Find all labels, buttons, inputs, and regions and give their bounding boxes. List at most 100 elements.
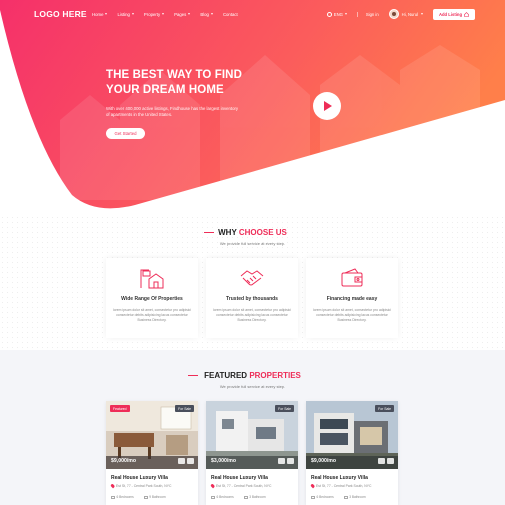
property-card[interactable]: Featured For Sale $9,000/mo Real House L… <box>106 401 198 505</box>
bed-icon <box>211 495 215 499</box>
bathrooms-text: 3 Bathroom <box>249 495 266 499</box>
add-listing-button[interactable]: Add Listing <box>432 8 475 20</box>
menu-item-contact[interactable]: Contact <box>223 12 238 17</box>
chevron-down-icon <box>210 13 213 15</box>
bedrooms: 6 Bedrooms <box>311 495 334 499</box>
address-text: Est St, 77 - Central Park South, NYC <box>216 484 272 488</box>
map-pin-icon <box>210 483 215 489</box>
bathrooms: 9 Bathroom <box>143 495 166 499</box>
property-title[interactable]: Real House Luxury Villa <box>311 475 368 481</box>
house-sign-icon <box>140 269 164 289</box>
feature-description: lorem ipsum dolor sit amet, consectetur … <box>212 308 292 322</box>
heart-icon[interactable] <box>187 458 194 464</box>
wallet-icon <box>341 268 363 287</box>
property-address: Est St, 77 - Central Park South, NYC <box>110 483 172 489</box>
property-title[interactable]: Real House Luxury Villa <box>211 475 268 481</box>
status-badge: For Sale <box>375 405 394 412</box>
chevron-down-icon <box>420 13 423 15</box>
hero-title: THE BEST WAY TO FIND YOUR DREAM HOME <box>106 69 242 96</box>
top-navigation: LOGO HERE Home Listing Property Pages Bl… <box>0 0 505 28</box>
bathrooms: 3 Bathroom <box>243 495 266 499</box>
compare-icon[interactable] <box>378 458 385 464</box>
play-icon <box>324 101 332 111</box>
bedrooms-text: 6 Bedrooms <box>116 495 134 499</box>
get-started-button[interactable]: Get Started <box>106 128 145 139</box>
property-meta: 6 Bedrooms 9 Bathroom <box>111 495 166 499</box>
bathrooms-text: 9 Bathroom <box>149 495 166 499</box>
property-meta: 6 Bedrooms 3 Bathroom <box>211 495 266 499</box>
card-actions <box>378 458 394 464</box>
bed-icon <box>111 495 115 499</box>
bed-icon <box>311 495 315 499</box>
user-menu[interactable]: Hi, Nurul <box>388 9 423 19</box>
feature-description: lorem ipsum dolor sit amet, consectetur … <box>312 308 392 322</box>
user-greeting: Hi, Nurul <box>401 11 418 17</box>
property-price: $9,000/mo <box>311 458 337 464</box>
property-address: Est St, 77 - Central Park South, NYC <box>310 483 372 489</box>
menu-item-blog[interactable]: Blog <box>200 12 213 17</box>
map-pin-icon <box>310 483 315 489</box>
heart-icon[interactable] <box>387 458 394 464</box>
card-actions <box>278 458 294 464</box>
featured-title-accent: PROPERTIES <box>249 371 301 380</box>
heart-icon[interactable] <box>287 458 294 464</box>
chevron-down-icon <box>344 13 347 15</box>
why-title: WHY CHOOSE US <box>0 228 505 237</box>
featured-badge: Featured <box>110 405 130 412</box>
menu-item-label: Property <box>143 11 161 17</box>
address-text: Est St, 77 - Central Park South, NYC <box>316 484 372 488</box>
menu-item-home[interactable]: Home <box>92 11 108 17</box>
address-text: Est St, 77 - Central Park South, NYC <box>116 484 172 488</box>
chevron-down-icon <box>188 13 191 15</box>
chevron-down-icon <box>131 13 134 15</box>
compare-icon[interactable] <box>278 458 285 464</box>
add-listing-label: Add Listing <box>438 11 462 17</box>
featured-title-plain: FEATURED <box>204 371 248 380</box>
language-selector[interactable]: ENG <box>326 11 347 17</box>
chevron-down-icon <box>105 13 108 15</box>
why-title-plain: WHY <box>218 228 237 237</box>
feature-card: Trusted by thousands lorem ipsum dolor s… <box>206 258 298 338</box>
hero-background <box>0 0 505 215</box>
property-card[interactable]: For Sale $9,000/mo Real House Luxury Vil… <box>306 401 398 505</box>
bedrooms-text: 6 Bedrooms <box>316 495 334 499</box>
map-pin-icon <box>110 483 115 489</box>
feature-title: Wide Range Of Properties <box>121 296 183 302</box>
menu-item-label: Home <box>92 11 104 17</box>
property-price: $9,000/mo <box>111 458 137 464</box>
language-label: ENG <box>333 11 343 17</box>
bathrooms-text: 3 Bathroom <box>349 495 366 499</box>
card-actions <box>178 458 194 464</box>
menu-item-label: Pages <box>174 11 187 17</box>
bathrooms: 3 Bathroom <box>343 495 366 499</box>
menu-item-label: Contact <box>222 11 238 17</box>
avatar <box>388 9 399 19</box>
menu-item-property[interactable]: Property <box>143 11 165 17</box>
property-address: Est St, 77 - Central Park South, NYC <box>210 483 272 489</box>
sign-in-link[interactable]: Sign in <box>356 11 379 17</box>
chevron-down-icon <box>162 13 165 15</box>
menu-item-pages[interactable]: Pages <box>174 11 191 17</box>
logo[interactable]: LOGO HERE <box>34 9 92 19</box>
bedrooms-text: 6 Bedrooms <box>216 495 234 499</box>
main-menu: Home Listing Property Pages Blog Contact <box>92 12 238 17</box>
property-card[interactable]: For Sale $3,000/mo Real House Luxury Vil… <box>206 401 298 505</box>
why-subtitle: We provide full service at every step. <box>219 241 286 246</box>
compare-icon[interactable] <box>178 458 185 464</box>
bath-icon <box>143 495 148 499</box>
status-badge: For Sale <box>175 405 194 412</box>
property-title[interactable]: Real House Luxury Villa <box>111 475 168 481</box>
nav-right-group: ENG Sign in Hi, Nurul Add Listing <box>326 8 475 20</box>
feature-title: Financing made easy <box>326 296 378 302</box>
status-badge: For Sale <box>275 405 294 412</box>
bedrooms: 6 Bedrooms <box>211 495 234 499</box>
featured-subtitle: We provide full service at every step. <box>219 384 286 389</box>
menu-item-listing[interactable]: Listing <box>117 12 134 17</box>
home-plus-icon <box>464 11 469 17</box>
globe-icon <box>326 11 332 17</box>
play-video-button[interactable] <box>313 92 341 120</box>
bedrooms: 6 Bedrooms <box>111 495 134 499</box>
hero-subtitle: With over 400,000 active listings, Findh… <box>106 106 239 117</box>
handshake-icon <box>240 270 264 286</box>
why-title-accent: CHOOSE US <box>238 228 287 237</box>
